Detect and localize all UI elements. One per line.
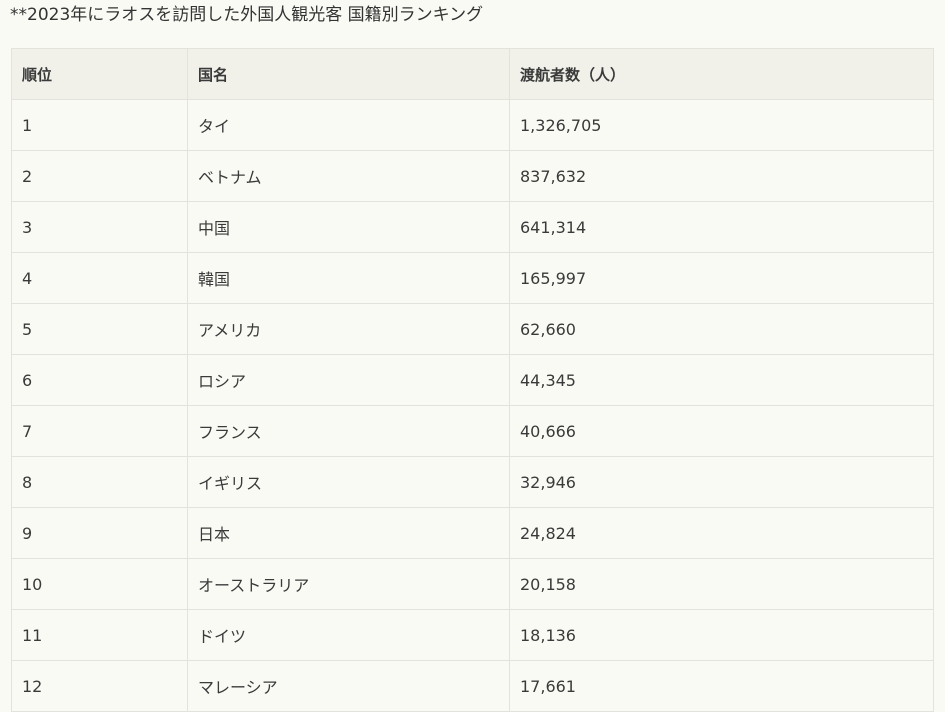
- visitor-count-cell: 24,824: [509, 507, 934, 559]
- header-rank: 順位: [11, 48, 188, 100]
- rank-cell: 2: [11, 150, 188, 202]
- table-row: 6 ロシア 44,345: [11, 354, 934, 406]
- country-cell: 韓国: [187, 252, 510, 304]
- table-row: 12 マレーシア 17,661: [11, 660, 934, 712]
- country-cell: ベトナム: [187, 150, 510, 202]
- table-row: 4 韓国 165,997: [11, 252, 934, 304]
- rank-cell: 8: [11, 456, 188, 508]
- table-row: 11 ドイツ 18,136: [11, 609, 934, 661]
- visitor-count-cell: 165,997: [509, 252, 934, 304]
- rank-cell: 3: [11, 201, 188, 253]
- country-cell: 日本: [187, 507, 510, 559]
- rank-cell: 6: [11, 354, 188, 406]
- rank-cell: 1: [11, 99, 188, 151]
- header-row: 順位 国名 渡航者数（人）: [11, 48, 934, 100]
- rank-cell: 4: [11, 252, 188, 304]
- visitor-count-cell: 17,661: [509, 660, 934, 712]
- rank-cell: 10: [11, 558, 188, 610]
- rank-cell: 7: [11, 405, 188, 457]
- table-row: 7 フランス 40,666: [11, 405, 934, 457]
- rank-cell: 9: [11, 507, 188, 559]
- visitor-count-cell: 18,136: [509, 609, 934, 661]
- country-cell: マレーシア: [187, 660, 510, 712]
- visitor-count-cell: 1,326,705: [509, 99, 934, 151]
- country-cell: ロシア: [187, 354, 510, 406]
- table-row: 3 中国 641,314: [11, 201, 934, 253]
- country-cell: オーストラリア: [187, 558, 510, 610]
- header-country: 国名: [187, 48, 510, 100]
- country-cell: 中国: [187, 201, 510, 253]
- visitor-count-cell: 837,632: [509, 150, 934, 202]
- country-cell: フランス: [187, 405, 510, 457]
- country-cell: アメリカ: [187, 303, 510, 355]
- country-cell: タイ: [187, 99, 510, 151]
- table-body: 1 タイ 1,326,705 2 ベトナム 837,632 3 中国 641,314 4 韓国 165…: [11, 99, 934, 712]
- rank-cell: 12: [11, 660, 188, 712]
- table-row: 2 ベトナム 837,632: [11, 150, 934, 202]
- table-row: 1 タイ 1,326,705: [11, 99, 934, 151]
- visitor-count-cell: 641,314: [509, 201, 934, 253]
- table-row: 8 イギリス 32,946: [11, 456, 934, 508]
- visitor-count-cell: 44,345: [509, 354, 934, 406]
- country-cell: イギリス: [187, 456, 510, 508]
- table-header: 順位 国名 渡航者数（人）: [11, 48, 934, 100]
- country-cell: ドイツ: [187, 609, 510, 661]
- rank-cell: 11: [11, 609, 188, 661]
- visitor-count-cell: 40,666: [509, 405, 934, 457]
- table-row: 5 アメリカ 62,660: [11, 303, 934, 355]
- table-row: 10 オーストラリア 20,158: [11, 558, 934, 610]
- table-row: 9 日本 24,824: [11, 507, 934, 559]
- visitor-count-cell: 20,158: [509, 558, 934, 610]
- rank-cell: 5: [11, 303, 188, 355]
- ranking-table: 順位 国名 渡航者数（人） 1 タイ 1,326,705 2 ベトナム 837,632 3 中…: [11, 48, 934, 712]
- header-visitors: 渡航者数（人）: [509, 48, 934, 100]
- table-caption: **2023年にラオスを訪問した外国人観光客 国籍別ランキング: [10, 5, 484, 25]
- visitor-count-cell: 32,946: [509, 456, 934, 508]
- visitor-count-cell: 62,660: [509, 303, 934, 355]
